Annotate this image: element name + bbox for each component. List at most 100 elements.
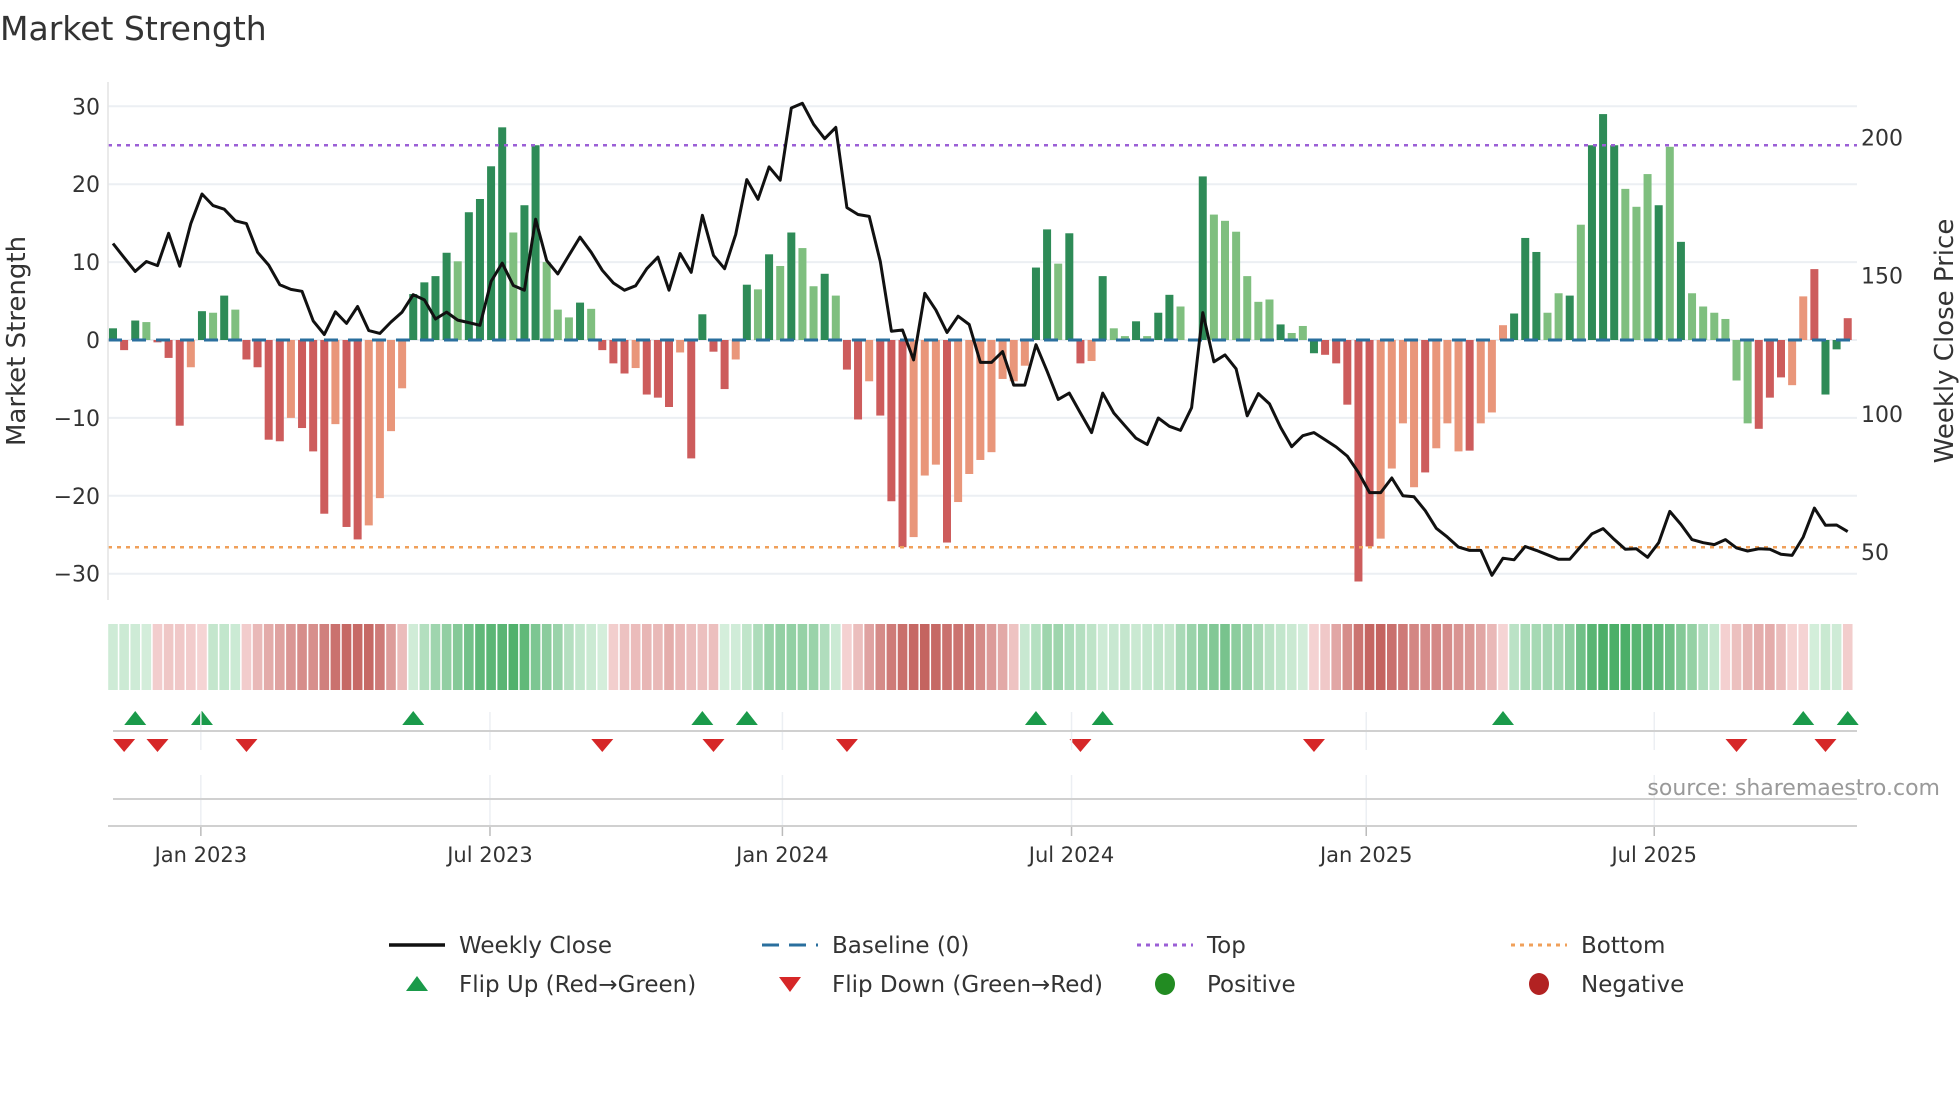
strip-cell xyxy=(1598,624,1608,690)
legend-flip-up-icon xyxy=(406,976,428,991)
strength-bar xyxy=(1565,295,1574,340)
strength-bar xyxy=(564,317,573,340)
strip-cell xyxy=(1509,624,1519,690)
strip-cell xyxy=(263,624,274,690)
strip-cell xyxy=(931,624,941,690)
strip-cell xyxy=(1298,624,1308,690)
strength-bar xyxy=(1332,340,1341,364)
strip-cell xyxy=(708,624,719,690)
strip-cell xyxy=(1286,624,1297,690)
flip-up-marker xyxy=(190,711,213,725)
strength-bar xyxy=(1599,114,1608,340)
strip-cell xyxy=(1231,624,1241,690)
strength-bar xyxy=(731,340,740,360)
strength-bar xyxy=(1465,340,1474,451)
strip-cell xyxy=(219,624,229,690)
strip-cell xyxy=(842,624,852,690)
flip-down-marker xyxy=(1814,739,1837,752)
strip-cell xyxy=(1209,624,1219,690)
strip-cell xyxy=(1553,624,1564,690)
strip-cell xyxy=(675,624,685,690)
flip-up-marker xyxy=(1492,711,1514,725)
strip-cell xyxy=(308,624,318,690)
strength-bar xyxy=(1732,340,1741,381)
strip-cell xyxy=(419,624,430,690)
strip-cell xyxy=(1720,624,1731,690)
flip-down-marker xyxy=(1302,739,1325,752)
strip-cell xyxy=(942,624,952,690)
strength-bar xyxy=(842,340,851,370)
strip-cell xyxy=(730,624,741,690)
strength-bar xyxy=(709,340,718,352)
strength-bar xyxy=(576,302,585,340)
strength-bar xyxy=(1721,318,1730,340)
strip-cell xyxy=(1131,624,1141,690)
strength-bar xyxy=(1354,340,1363,582)
strength-bar xyxy=(120,340,129,351)
strength-bar xyxy=(820,273,829,340)
legend-label: Flip Up (Red→Green) xyxy=(459,972,696,998)
strip-cell xyxy=(341,624,352,690)
strip-cell xyxy=(1564,624,1575,690)
strip-cell xyxy=(1420,624,1430,690)
flip-down-marker xyxy=(146,739,169,752)
strip-cell xyxy=(1487,624,1497,690)
strip-cell xyxy=(208,624,218,690)
strength-bar xyxy=(1743,340,1752,424)
flip-up-marker xyxy=(1836,711,1859,725)
strip-cell xyxy=(141,624,152,690)
strip-cell xyxy=(1676,624,1686,690)
strength-bar xyxy=(1243,276,1252,340)
strength-bar xyxy=(876,340,885,416)
strip-cell xyxy=(163,624,174,690)
strength-bar xyxy=(1176,306,1185,340)
strength-bar xyxy=(1576,224,1585,340)
strength-bar xyxy=(943,340,951,543)
strip-cell xyxy=(1698,624,1708,690)
y-tick-label: 30 xyxy=(72,95,100,120)
strip-cell xyxy=(1475,624,1486,690)
strength-bar xyxy=(1087,340,1096,362)
strip-cell xyxy=(330,624,341,690)
strip-cell xyxy=(1709,624,1720,690)
strip-cell xyxy=(1631,624,1642,690)
strip-cell xyxy=(475,624,485,690)
strip-cell xyxy=(408,624,419,690)
y-axis-title: Market Strength xyxy=(2,236,32,446)
strip-cell xyxy=(564,624,574,690)
strength-bar xyxy=(375,340,384,499)
strip-cell xyxy=(1642,624,1653,690)
strip-cell xyxy=(130,624,141,690)
strip-cell xyxy=(1787,624,1797,690)
strength-bar xyxy=(275,340,284,442)
strength-bar xyxy=(631,340,640,369)
strip-cell xyxy=(1409,624,1419,690)
strip-cell xyxy=(1542,624,1553,690)
strength-bar xyxy=(1398,340,1407,424)
strength-bar xyxy=(1043,229,1052,340)
strength-bar xyxy=(286,340,295,418)
flip-up-marker xyxy=(691,711,714,725)
strip-cell xyxy=(641,624,652,690)
legend-label: Flip Down (Green→Red) xyxy=(832,972,1103,998)
strip-cell xyxy=(919,624,930,690)
strip-cell xyxy=(230,624,241,690)
strip-cell xyxy=(1453,624,1464,690)
strip-cell xyxy=(1220,624,1230,690)
strip-cell xyxy=(363,624,374,690)
strength-bar xyxy=(1276,324,1285,340)
flip-down-marker xyxy=(1725,739,1748,752)
x-tick-label: Jan 2023 xyxy=(153,843,248,867)
strength-bar xyxy=(1532,251,1541,340)
x-tick-label: Jul 2025 xyxy=(1609,843,1696,867)
strength-bar xyxy=(1665,146,1674,340)
y-tick-label: −30 xyxy=(54,563,100,588)
strip-cell xyxy=(1576,624,1586,690)
strip-cell xyxy=(1109,624,1119,690)
strip-cell xyxy=(452,624,463,690)
strength-bar xyxy=(164,340,173,358)
strength-bar xyxy=(442,252,451,340)
strength-bar xyxy=(1054,263,1063,340)
strip-cell xyxy=(586,624,596,690)
strip-cell xyxy=(508,624,519,690)
